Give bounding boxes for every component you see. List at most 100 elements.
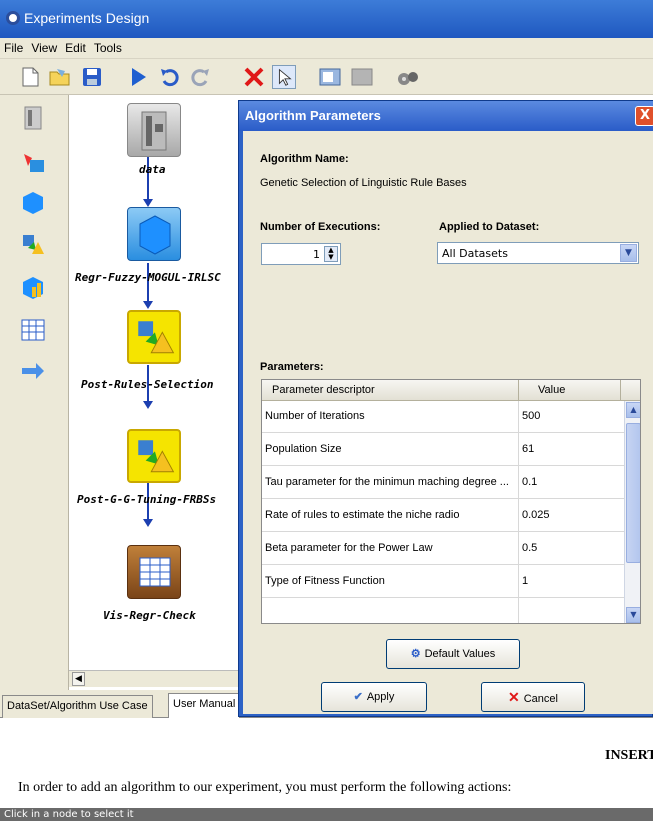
- dataset-icon: [141, 111, 167, 151]
- default-values-label: Default Values: [424, 648, 496, 660]
- executions-label: Number of Executions:: [260, 221, 381, 233]
- column-header-value[interactable]: Value: [538, 384, 565, 396]
- statistics-icon[interactable]: [20, 275, 46, 301]
- chevron-down-icon[interactable]: ▼: [620, 244, 637, 262]
- manual-text: In order to add an algorithm to our expe…: [18, 780, 512, 795]
- close-button[interactable]: X: [635, 106, 653, 126]
- dialog-titlebar: Algorithm Parameters X: [239, 101, 653, 131]
- user-manual-panel: INSERT In order to add an algorithm to o…: [0, 718, 653, 808]
- postprocess-icon: [138, 321, 175, 354]
- executions-spinner[interactable]: 1 ▲ ▼: [261, 243, 341, 265]
- param-name: Number of Iterations: [265, 410, 365, 422]
- apply-label: Apply: [366, 691, 395, 703]
- close-x-icon: ✕: [508, 689, 520, 705]
- scrollbar-thumb[interactable]: [626, 423, 640, 563]
- spinner-arrows-icon[interactable]: ▲ ▼: [324, 246, 338, 262]
- method-icon[interactable]: [20, 190, 46, 216]
- dataset-select-value: All Datasets: [442, 247, 508, 260]
- checkmark-icon: ✔: [353, 691, 363, 703]
- manual-heading: INSERT: [605, 748, 653, 763]
- scroll-up-arrow-icon[interactable]: ▲: [626, 402, 640, 418]
- visualization-icon[interactable]: [20, 317, 46, 343]
- node-label: Post-G-G-Tuning-FRBSs: [77, 493, 217, 506]
- cancel-label: Cancel: [523, 693, 558, 705]
- param-value[interactable]: 0.1: [522, 476, 537, 488]
- node-postprocess[interactable]: [127, 429, 181, 483]
- save-icon[interactable]: [80, 65, 104, 89]
- experiment-canvas[interactable]: data Regr-Fuzzy-MOGUL-IRLSC Post-Rules-S…: [69, 95, 245, 670]
- tab-dataset-algorithm-use-case[interactable]: DataSet/Algorithm Use Case: [2, 695, 153, 718]
- run-icon[interactable]: [126, 65, 150, 89]
- visualization-icon: [139, 557, 171, 587]
- executions-value: 1: [313, 248, 320, 261]
- node-label: data: [139, 163, 166, 176]
- node-label: Regr-Fuzzy-MOGUL-IRLSC: [75, 271, 221, 284]
- cancel-button[interactable]: ✕ Cancel: [481, 682, 585, 712]
- algorithm-name-value: Genetic Selection of Linguistic Rule Bas…: [260, 177, 467, 189]
- table-row[interactable]: Number of Iterations 500: [262, 401, 624, 433]
- grid-icon[interactable]: [350, 65, 374, 89]
- open-folder-icon[interactable]: [48, 65, 72, 89]
- new-document-icon[interactable]: [18, 65, 42, 89]
- algorithm-name-label: Algorithm Name:: [260, 153, 349, 165]
- preprocess-icon[interactable]: [20, 150, 46, 176]
- tab-user-manual[interactable]: User Manual: [168, 693, 241, 719]
- table-row[interactable]: Type of Fitness Function 1: [262, 566, 624, 598]
- redo-icon[interactable]: [188, 65, 212, 89]
- connection-arrow-icon[interactable]: [20, 358, 46, 384]
- table-header: Parameter descriptor Value: [262, 380, 640, 401]
- param-value[interactable]: 61: [522, 443, 534, 455]
- param-value[interactable]: 1: [522, 575, 528, 587]
- param-name: Beta parameter for the Power Law: [265, 542, 433, 554]
- window-titlebar: Experiments Design: [0, 0, 653, 38]
- menu-view[interactable]: View: [28, 38, 62, 55]
- param-name: Type of Fitness Function: [265, 575, 385, 587]
- parameters-table: Parameter descriptor Value Number of Ite…: [261, 379, 641, 624]
- dataset-select[interactable]: All Datasets ▼: [437, 242, 639, 264]
- method-icon: [139, 215, 171, 255]
- node-visualization[interactable]: [127, 545, 181, 599]
- table-row[interactable]: Rate of rules to estimate the niche radi…: [262, 500, 624, 532]
- scroll-left-arrow-icon[interactable]: ◀: [72, 672, 85, 686]
- param-value[interactable]: 500: [522, 410, 540, 422]
- menu-edit[interactable]: Edit: [62, 38, 91, 55]
- dialog-body: Algorithm Name: Genetic Selection of Lin…: [243, 131, 653, 714]
- dataset-icon[interactable]: [20, 105, 46, 131]
- node-postprocess[interactable]: [127, 310, 181, 364]
- app-icon: [6, 11, 20, 25]
- table-row[interactable]: Tau parameter for the minimun maching de…: [262, 467, 624, 499]
- param-value[interactable]: 0.5: [522, 542, 537, 554]
- window-title: Experiments Design: [24, 10, 150, 26]
- param-name: Tau parameter for the minimun maching de…: [265, 476, 509, 488]
- dataset-label: Applied to Dataset:: [439, 221, 540, 233]
- parameters-label: Parameters:: [260, 361, 324, 373]
- apply-button[interactable]: ✔ Apply: [321, 682, 427, 712]
- param-value[interactable]: 0.025: [522, 509, 550, 521]
- menu-file[interactable]: File: [0, 38, 28, 55]
- menu-tools[interactable]: Tools: [91, 38, 127, 55]
- node-data[interactable]: [127, 103, 181, 157]
- table-row[interactable]: Population Size 61: [262, 434, 624, 466]
- table-row[interactable]: Beta parameter for the Power Law 0.5: [262, 533, 624, 565]
- status-bar: Click in a node to select it: [0, 808, 653, 821]
- scroll-down-arrow-icon[interactable]: ▼: [626, 607, 640, 623]
- table-vertical-scrollbar[interactable]: ▲ ▼: [624, 401, 640, 623]
- toolbar: [0, 59, 653, 95]
- postprocess-icon[interactable]: [20, 232, 46, 258]
- param-name: Rate of rules to estimate the niche radi…: [265, 509, 460, 521]
- tools-sidebar: [0, 95, 69, 690]
- default-values-button[interactable]: ⚙ Default Values: [386, 639, 520, 669]
- algorithm-parameters-dialog: Algorithm Parameters X Algorithm Name: G…: [238, 100, 653, 717]
- undo-icon[interactable]: [158, 65, 182, 89]
- settings-icon[interactable]: [396, 65, 420, 89]
- postprocess-icon: [138, 440, 175, 473]
- snapshot-icon[interactable]: [318, 65, 342, 89]
- gears-icon: ⚙: [410, 648, 421, 660]
- column-header-descriptor[interactable]: Parameter descriptor: [272, 384, 375, 396]
- node-method[interactable]: [127, 207, 181, 261]
- select-pointer-icon[interactable]: [272, 65, 296, 89]
- delete-icon[interactable]: [242, 65, 266, 89]
- menu-bar: File View Edit Tools: [0, 38, 653, 59]
- canvas-horizontal-scrollbar[interactable]: ◀: [69, 670, 245, 687]
- dialog-title: Algorithm Parameters: [245, 108, 381, 123]
